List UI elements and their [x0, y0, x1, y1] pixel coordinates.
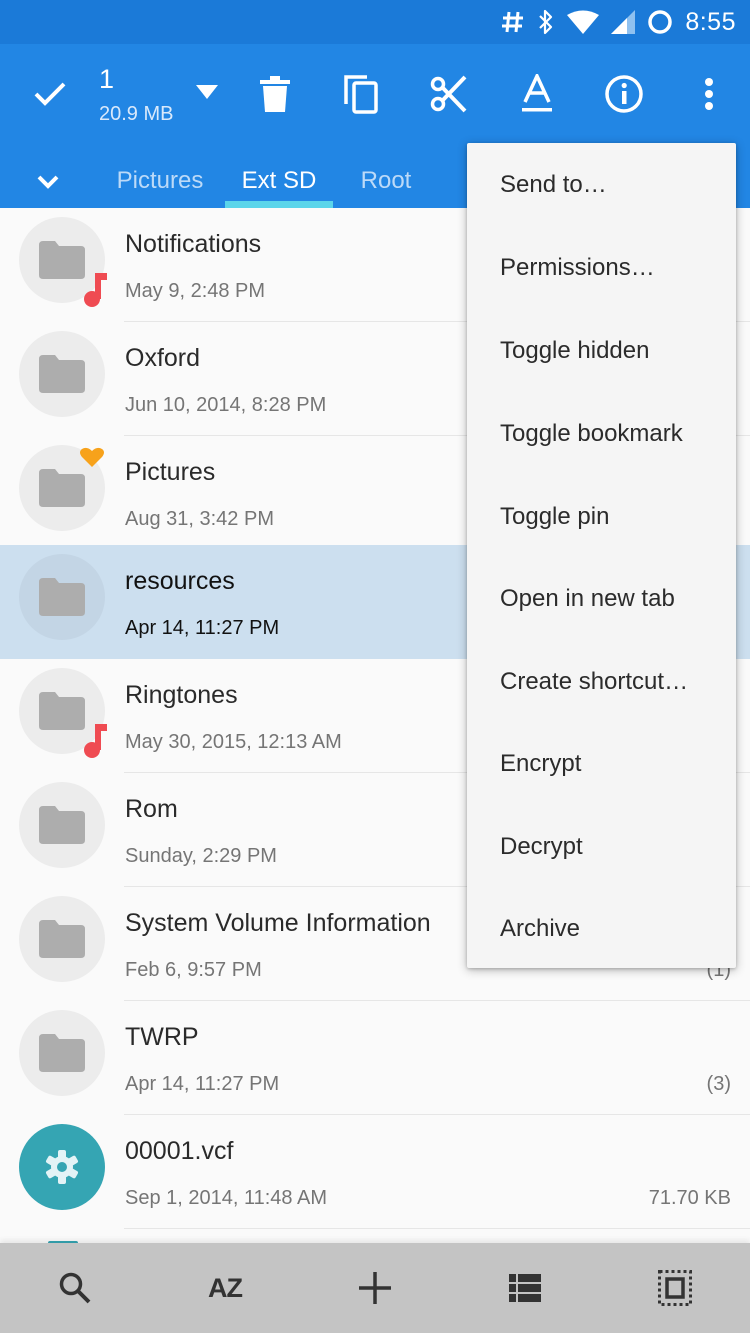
rename-icon[interactable]	[514, 70, 560, 118]
music-note-icon	[84, 724, 107, 758]
file-name: TWRP	[125, 1023, 199, 1051]
sort-button[interactable]: AZ	[175, 1243, 275, 1333]
tab-root[interactable]: Root	[350, 154, 422, 208]
folder-icon	[39, 355, 85, 393]
status-bar: 8:55	[0, 0, 750, 44]
selection-size: 20.9 MB	[99, 103, 174, 125]
file-date: Apr 14, 11:27 PM	[125, 617, 280, 639]
more-vert-icon[interactable]	[692, 70, 726, 118]
folder-icon	[39, 241, 85, 279]
menu-item-toggle-pin[interactable]: Toggle pin	[467, 475, 736, 558]
file-date: May 9, 2:48 PM	[125, 280, 266, 302]
folder-avatar	[19, 554, 105, 640]
folder-avatar	[19, 331, 105, 417]
search-icon	[59, 1272, 91, 1304]
music-note-icon	[84, 273, 107, 307]
bluetooth-icon	[537, 9, 555, 35]
file-name: Notifications	[125, 230, 262, 258]
info-icon[interactable]	[600, 70, 648, 118]
folder-icon	[39, 578, 85, 616]
cellular-signal-icon	[611, 10, 636, 34]
item-count: (3)	[706, 1073, 731, 1095]
file-name: System Volume Information	[125, 909, 431, 937]
select-all-icon	[658, 1270, 692, 1306]
gear-icon	[46, 1150, 78, 1184]
delete-icon[interactable]	[254, 72, 296, 116]
menu-item-encrypt[interactable]: Encrypt	[467, 722, 736, 805]
list-view-icon	[509, 1274, 541, 1302]
file-row-twrp[interactable]: TWRP Apr 14, 11:27 PM (3)	[0, 1001, 750, 1115]
sort-az-icon: AZ	[208, 1272, 243, 1303]
cut-icon[interactable]	[426, 70, 472, 118]
file-name: Ringtones	[125, 681, 238, 709]
menu-item-toggle-hidden[interactable]: Toggle hidden	[467, 309, 736, 392]
chevron-down-icon[interactable]	[30, 166, 66, 198]
file-size: 71.70 KB	[648, 1187, 731, 1209]
file-manager-screen: 8:55 1 20.9 MB Pictures Ext SD Root Noti…	[0, 0, 750, 1333]
file-name: resources	[125, 567, 235, 595]
file-name: Pictures	[125, 458, 216, 486]
file-row-00001-vcf[interactable]: 00001.vcf Sep 1, 2014, 11:48 AM 71.70 KB	[0, 1115, 750, 1229]
folder-avatar	[19, 896, 105, 982]
wifi-icon	[567, 10, 600, 34]
file-date: Apr 14, 11:27 PM	[125, 1073, 280, 1095]
file-date: May 30, 2015, 12:13 AM	[125, 731, 342, 753]
view-mode-button[interactable]	[475, 1243, 575, 1333]
file-date: Sep 1, 2014, 11:48 AM	[125, 1187, 328, 1209]
folder-icon	[39, 920, 85, 958]
file-date: Sunday, 2:29 PM	[125, 845, 277, 867]
folder-icon	[39, 1034, 85, 1072]
folder-icon	[39, 469, 85, 507]
file-date: Jun 10, 2014, 8:28 PM	[125, 394, 327, 416]
active-tab-indicator	[225, 201, 333, 208]
status-icons: 8:55	[501, 6, 736, 38]
file-date: Aug 31, 3:42 PM	[125, 508, 274, 530]
search-button[interactable]	[25, 1243, 125, 1333]
folder-icon	[39, 806, 85, 844]
copy-icon[interactable]	[338, 70, 384, 118]
folder-avatar	[19, 782, 105, 868]
menu-item-toggle-bookmark[interactable]: Toggle bookmark	[467, 392, 736, 475]
file-name: 00001.vcf	[125, 1137, 234, 1165]
menu-item-decrypt[interactable]: Decrypt	[467, 805, 736, 888]
status-time: 8:55	[685, 7, 736, 36]
folder-icon	[39, 692, 85, 730]
file-date: Feb 6, 9:57 PM	[125, 959, 262, 981]
add-button[interactable]	[325, 1243, 425, 1333]
hash-icon	[501, 10, 525, 34]
file-avatar	[19, 1124, 105, 1210]
dropdown-arrow-icon[interactable]	[190, 78, 224, 106]
check-icon[interactable]	[28, 72, 72, 116]
file-name: Oxford	[125, 344, 201, 372]
select-all-button[interactable]	[625, 1243, 725, 1333]
menu-item-permissions[interactable]: Permissions…	[467, 226, 736, 309]
add-icon	[359, 1272, 391, 1304]
battery-ring-icon	[647, 9, 673, 35]
tab-pictures[interactable]: Pictures	[110, 154, 210, 208]
menu-item-open-in-new-tab[interactable]: Open in new tab	[467, 557, 736, 640]
menu-item-send-to[interactable]: Send to…	[467, 143, 736, 226]
selection-count: 1	[99, 64, 115, 94]
folder-avatar	[19, 1010, 105, 1096]
menu-item-create-shortcut[interactable]: Create shortcut…	[467, 640, 736, 723]
heart-icon	[80, 447, 104, 467]
overflow-menu: Send to… Permissions… Toggle hidden Togg…	[467, 143, 736, 968]
tab-ext-sd[interactable]: Ext SD	[225, 154, 333, 208]
bottom-toolbar: AZ	[0, 1243, 750, 1333]
file-name: Rom	[125, 795, 178, 823]
menu-item-archive[interactable]: Archive	[467, 887, 736, 970]
